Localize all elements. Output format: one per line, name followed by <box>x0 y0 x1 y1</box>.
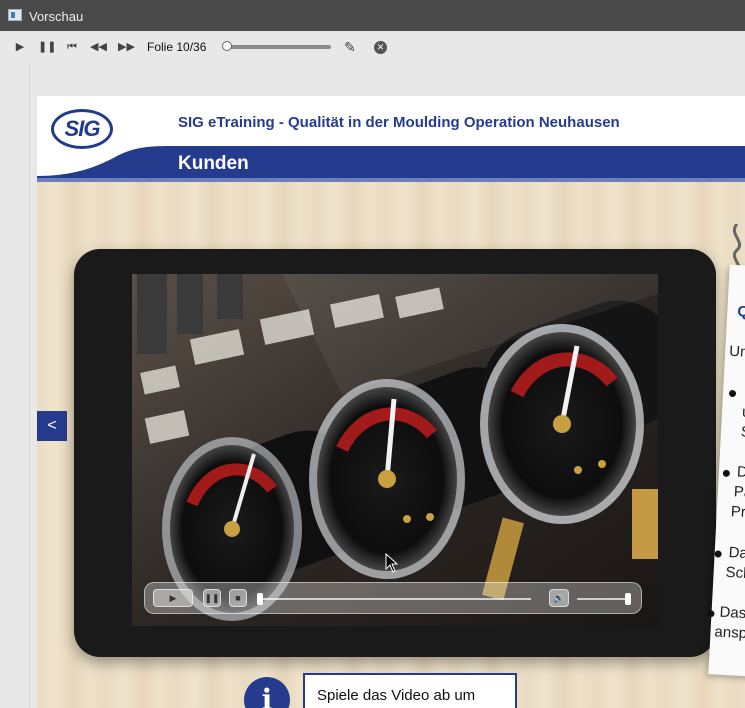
bullet-dot <box>714 550 722 558</box>
preview-app-icon <box>8 9 22 21</box>
notepad-item-1-line-3: S <box>740 423 745 442</box>
notepad-item-2-line-1: Da <box>736 463 745 482</box>
notepad-item-3-line-2: Sch <box>725 563 745 583</box>
previous-slide-button[interactable]: < <box>37 411 67 441</box>
notepad-item-2-line-3: Pro <box>730 503 745 522</box>
notepad-item-4-line-1: Dass <box>719 603 745 623</box>
volume-knob[interactable] <box>625 593 631 605</box>
video-frame-pressure-gauges <box>132 274 658 626</box>
volume-icon[interactable]: 🔊 <box>549 589 569 607</box>
rewind-icon[interactable]: ◀◀ <box>90 39 107 55</box>
playback-progress-track[interactable] <box>227 45 331 49</box>
notepad-item-2-line-2: Pa <box>733 483 745 502</box>
video-pause-button[interactable]: ❚❚ <box>203 589 221 607</box>
volume-track[interactable] <box>577 598 627 600</box>
bullet-dot <box>728 389 737 398</box>
slide-header: SIG SIG eTraining - Qualität in der Moul… <box>37 96 745 182</box>
window-title: Vorschau <box>29 9 84 24</box>
notepad-intro: Un <box>728 342 745 361</box>
slide-counter: Folie 10/36 <box>147 40 207 54</box>
header-band <box>37 146 745 182</box>
bullet-dot <box>707 610 715 618</box>
player-toolbar: ▶ ❚❚ ⏮ ◀◀ ▶▶ Folie 10/36 ✎ ✕ <box>0 31 745 64</box>
window-titlebar: Vorschau <box>0 0 745 31</box>
info-callout: Spiele das Video ab um <box>303 673 517 708</box>
video-player[interactable]: ▶ ❚❚ ■ 🔊 <box>132 274 658 626</box>
pause-icon[interactable]: ❚❚ <box>38 39 56 55</box>
notepad-heading: Qu <box>736 303 745 322</box>
video-play-button[interactable]: ▶ <box>153 589 193 607</box>
pencil-icon[interactable]: ✎ <box>344 39 356 56</box>
close-icon[interactable]: ✕ <box>374 41 387 54</box>
info-text: Spiele das Video ab um <box>317 687 476 704</box>
mouse-cursor-icon <box>385 553 399 573</box>
notepad-item-3-line-1: Das <box>728 544 745 563</box>
course-title: SIG eTraining - Qualität in der Moulding… <box>178 114 620 131</box>
bullet-dot <box>722 469 731 477</box>
video-stop-button[interactable]: ■ <box>229 589 247 607</box>
stage-divider <box>29 64 30 708</box>
slide-canvas: SIG SIG eTraining - Qualität in der Moul… <box>37 96 745 708</box>
notepad-item-1-line-2: u <box>741 403 745 421</box>
skip-to-start-icon[interactable]: ⏮ <box>64 39 80 55</box>
video-seek-knob[interactable] <box>257 593 263 605</box>
play-icon[interactable]: ▶ <box>12 39 28 55</box>
fast-forward-icon[interactable]: ▶▶ <box>118 39 135 55</box>
sig-logo: SIG <box>51 109 113 149</box>
video-seek-track[interactable] <box>261 598 531 600</box>
playback-progress-knob[interactable] <box>222 41 232 51</box>
notepad-item-4-line-2: ansp <box>714 623 745 643</box>
video-control-bar: ▶ ❚❚ ■ 🔊 <box>144 582 642 614</box>
section-title: Kunden <box>178 153 249 174</box>
